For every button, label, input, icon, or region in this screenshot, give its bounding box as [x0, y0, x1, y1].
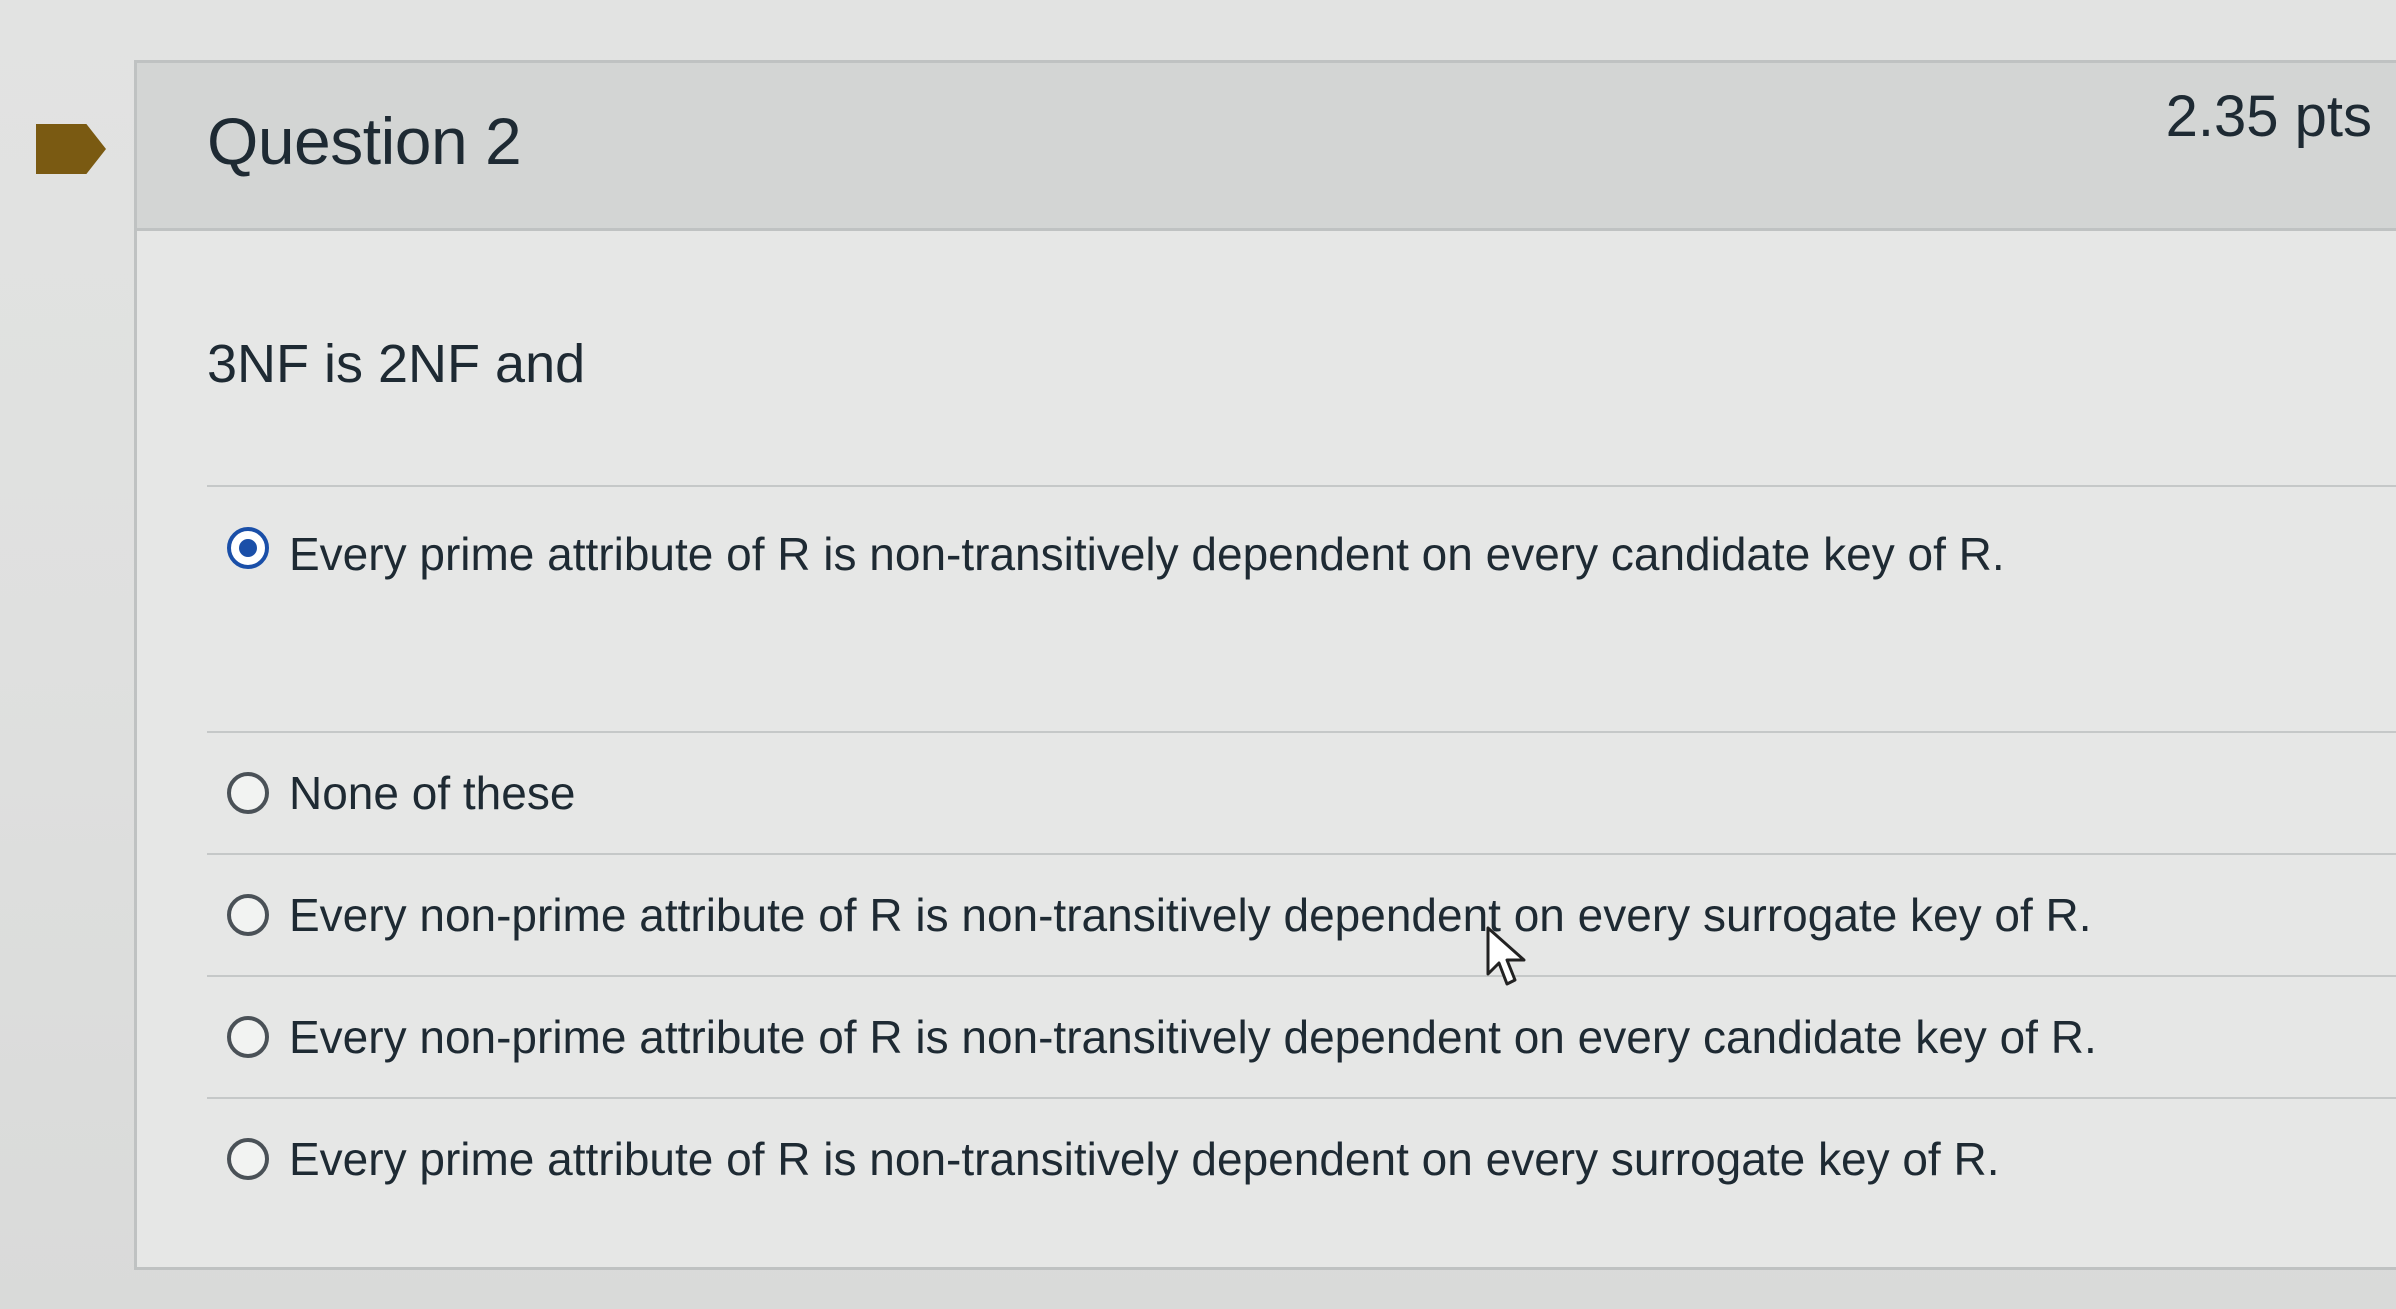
radio-icon[interactable] — [227, 1138, 269, 1180]
mouse-pointer-icon — [1486, 926, 1526, 986]
radio-icon[interactable] — [227, 894, 269, 936]
answer-option-2[interactable]: None of these — [207, 733, 2396, 853]
radio-icon[interactable] — [227, 1016, 269, 1058]
answer-label: Every prime attribute of R is non-transi… — [289, 528, 2005, 580]
flag-icon[interactable] — [36, 124, 106, 174]
answer-option-4[interactable]: Every non-prime attribute of R is non-tr… — [207, 977, 2396, 1097]
question-text: 3NF is 2NF and — [207, 334, 586, 394]
question-title: Question 2 — [207, 104, 522, 178]
question-card: Question 2 2.35 pts 3NF is 2NF and Every… — [134, 60, 2396, 1270]
answer-label: None of these — [289, 767, 576, 819]
question-header: Question 2 2.35 pts — [137, 63, 2396, 231]
question-points: 2.35 pts — [2165, 84, 2372, 149]
radio-icon[interactable] — [227, 772, 269, 814]
answer-option-5[interactable]: Every prime attribute of R is non-transi… — [207, 1099, 2396, 1219]
answer-option-3[interactable]: Every non-prime attribute of R is non-tr… — [207, 855, 2396, 975]
radio-selected-icon[interactable] — [227, 527, 269, 569]
answer-label: Every non-prime attribute of R is non-tr… — [289, 1011, 2097, 1063]
answer-option-1[interactable]: Every prime attribute of R is non-transi… — [207, 487, 2396, 731]
quiz-page: Question 2 2.35 pts 3NF is 2NF and Every… — [0, 0, 2396, 1309]
answer-label: Every prime attribute of R is non-transi… — [289, 1133, 2000, 1185]
answer-label: Every non-prime attribute of R is non-tr… — [289, 889, 2092, 941]
answer-list: Every prime attribute of R is non-transi… — [207, 485, 2396, 1219]
